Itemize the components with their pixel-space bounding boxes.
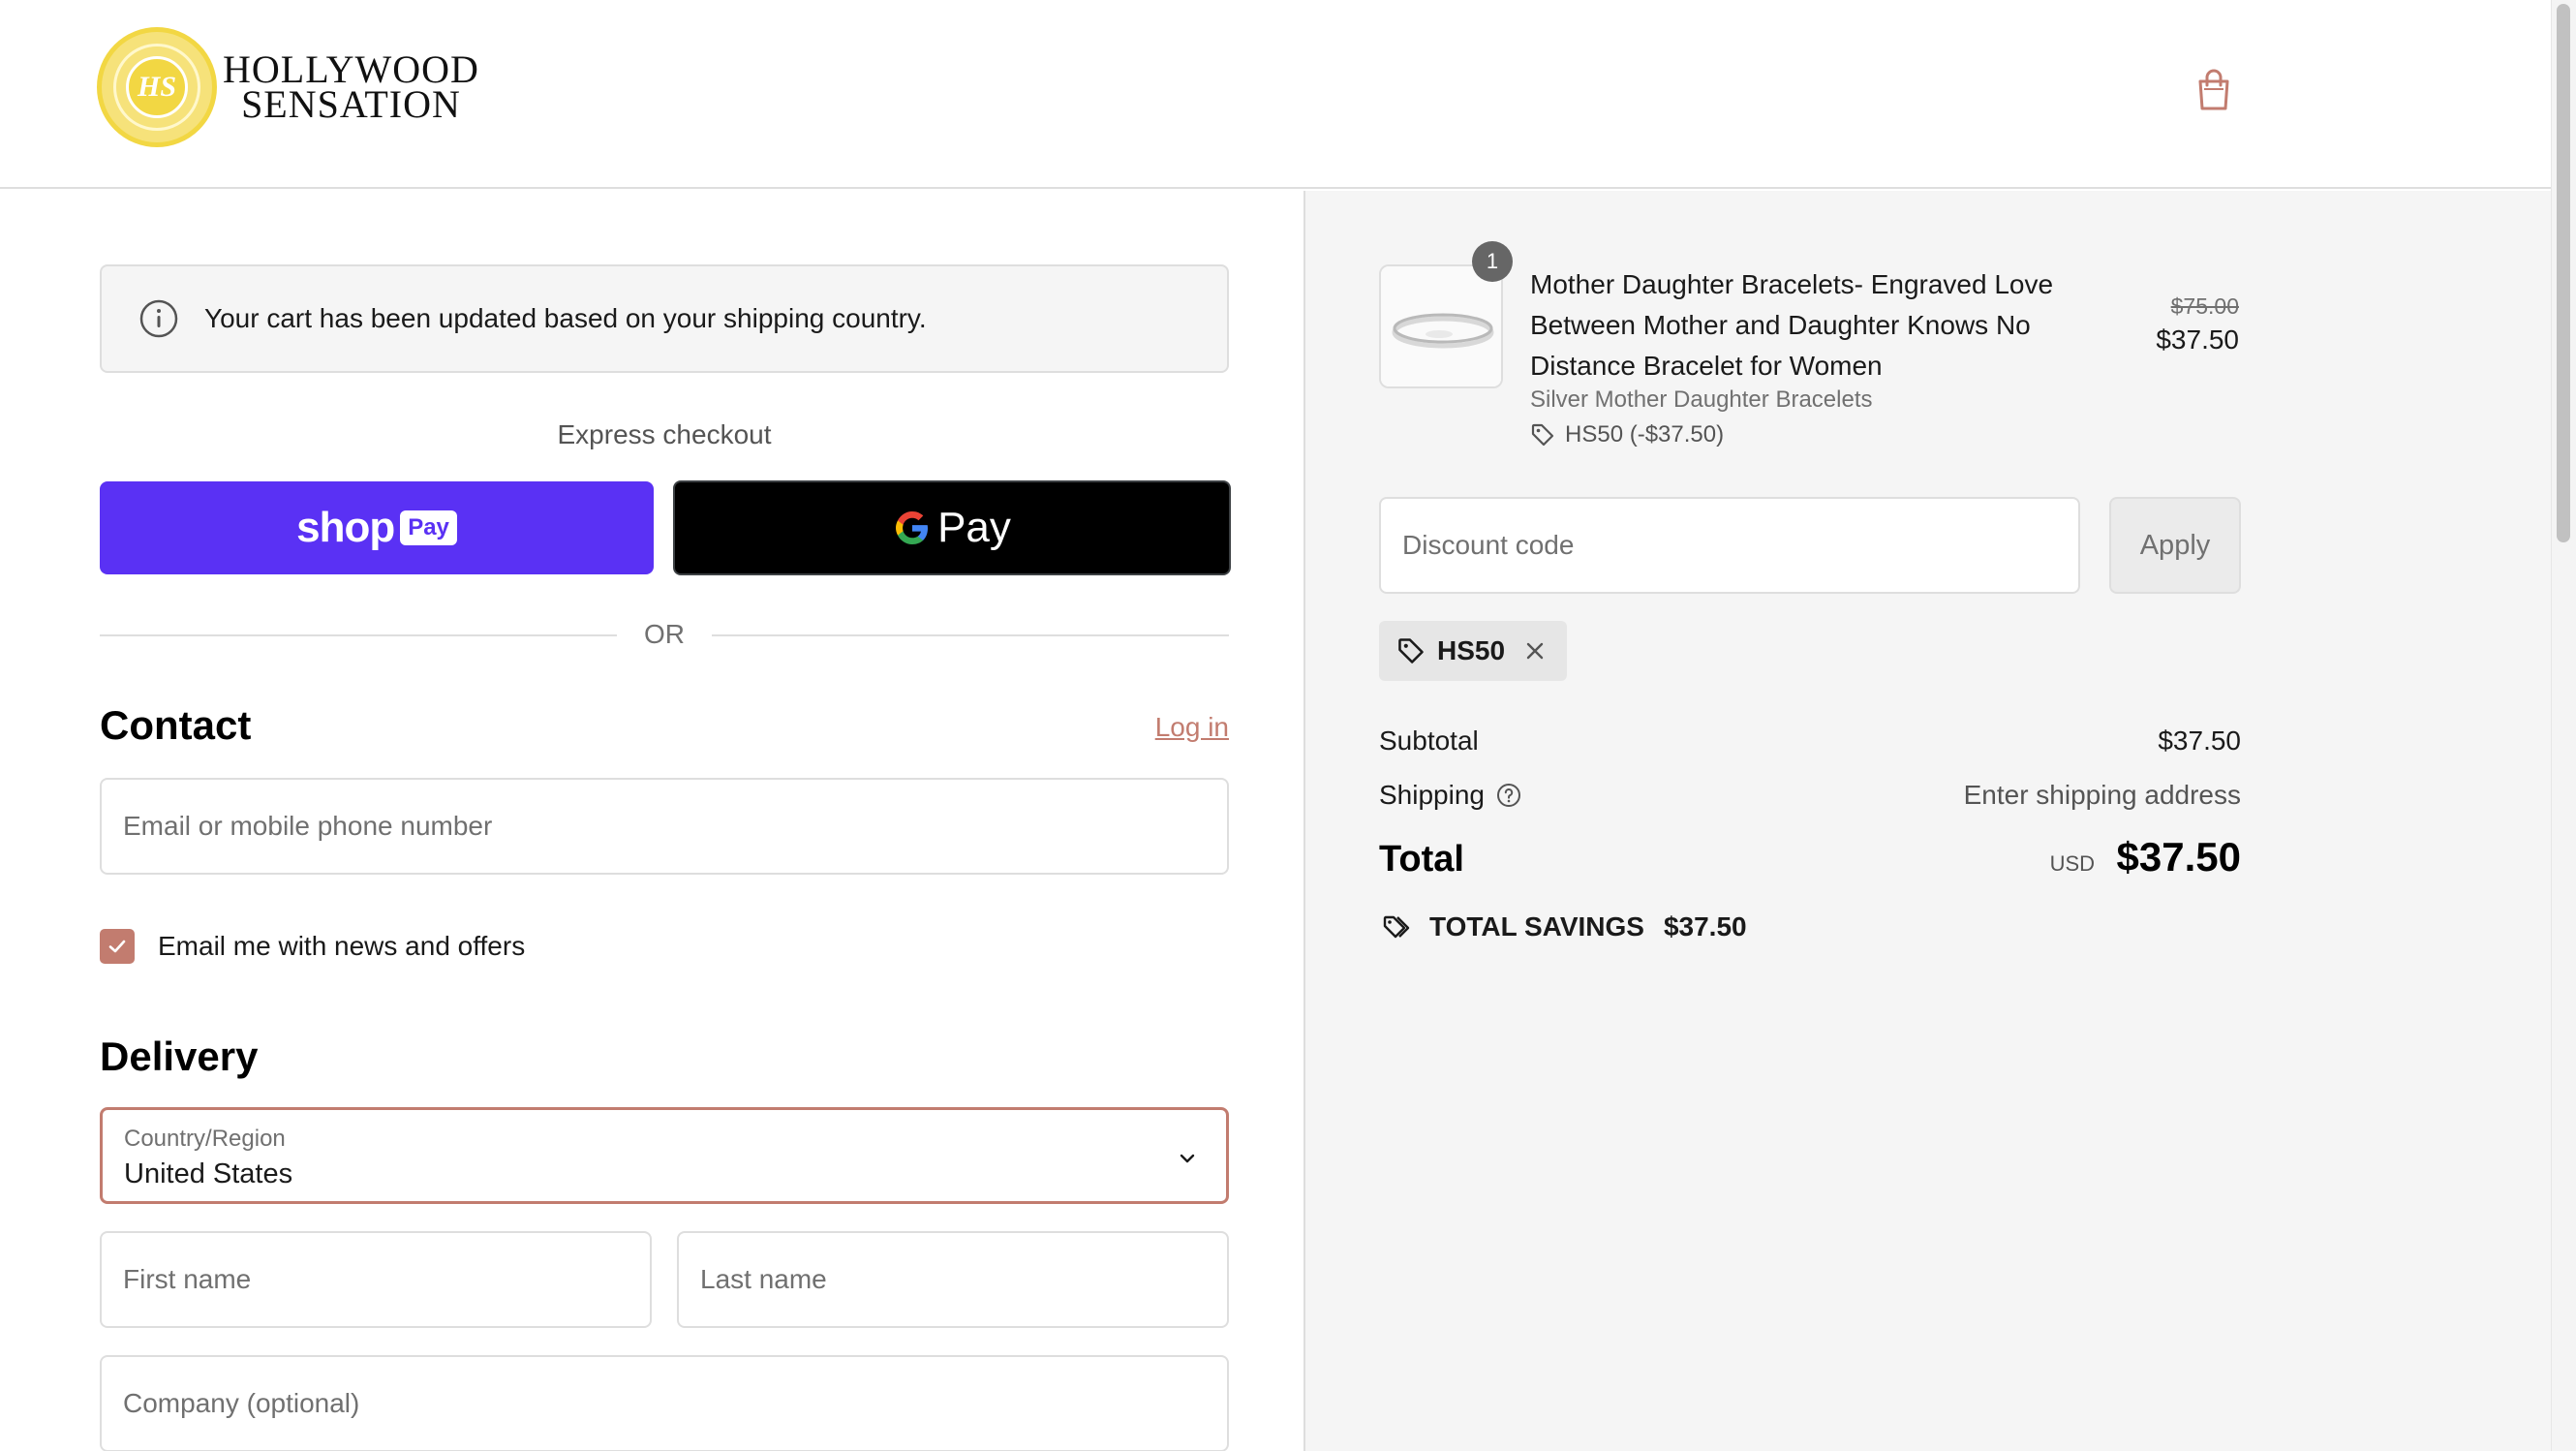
total-row: Total USD $37.50 bbox=[1379, 834, 2241, 880]
product-title: Mother Daughter Bracelets- Engraved Love… bbox=[1530, 269, 2054, 381]
express-checkout-label: Express checkout bbox=[557, 419, 772, 449]
shop-pay-button[interactable]: shop Pay bbox=[100, 481, 654, 574]
item-price: $37.50 bbox=[2156, 324, 2239, 355]
page-scrollbar[interactable] bbox=[2551, 0, 2576, 1451]
newsletter-option: Email me with news and offers bbox=[100, 929, 525, 964]
total-label: Total bbox=[1379, 839, 1464, 880]
tag-icon bbox=[1531, 423, 1554, 447]
logo-wordmark: HOLLYWOOD SENSATION bbox=[223, 50, 479, 126]
info-icon bbox=[139, 299, 178, 338]
delivery-heading: Delivery bbox=[100, 1034, 259, 1079]
shipping-label: Shipping bbox=[1379, 780, 1485, 810]
discount-code-field[interactable] bbox=[1381, 499, 2078, 592]
logo-line-2: SENSATION bbox=[241, 82, 461, 126]
product-discount-text: HS50 (-$37.50) bbox=[1565, 421, 1725, 448]
log-in-link[interactable]: Log in bbox=[1155, 712, 1229, 743]
total-value-wrap: USD $37.50 bbox=[2050, 834, 2241, 880]
shipping-row: Shipping Enter shipping address bbox=[1379, 780, 2241, 811]
help-icon[interactable] bbox=[1496, 783, 1521, 808]
subtotal-value: $37.50 bbox=[2158, 726, 2241, 756]
country-caption: Country/Region bbox=[124, 1126, 286, 1152]
product-thumbnail bbox=[1379, 264, 1503, 388]
google-g-icon bbox=[896, 511, 929, 544]
newsletter-label: Email me with news and offers bbox=[158, 931, 526, 961]
email-field-wrapper bbox=[100, 778, 1229, 875]
shopping-bag-icon[interactable] bbox=[2196, 68, 2231, 112]
divider-line-right bbox=[712, 634, 1229, 636]
applied-code-text: HS50 bbox=[1437, 635, 1506, 665]
savings-value: $37.50 bbox=[1663, 911, 1747, 942]
last-name-wrapper bbox=[677, 1231, 1229, 1328]
checkmark-icon bbox=[108, 940, 126, 953]
scrollbar-thumb[interactable] bbox=[2557, 4, 2570, 542]
newsletter-checkbox[interactable] bbox=[100, 929, 135, 964]
shipping-value: Enter shipping address bbox=[1963, 780, 2241, 810]
site-header: HS HOLLYWOOD SENSATION bbox=[0, 0, 2551, 189]
company-wrapper bbox=[100, 1355, 1229, 1451]
close-icon bbox=[1526, 642, 1544, 660]
country-value: United States bbox=[124, 1158, 293, 1189]
bracelet-image bbox=[1381, 266, 1501, 386]
product-variant: Silver Mother Daughter Bracelets bbox=[1530, 386, 1873, 413]
savings-tag-icon bbox=[1383, 915, 1410, 939]
google-pay-button[interactable]: Pay bbox=[673, 480, 1231, 575]
total-savings: TOTAL SAVINGS $37.50 bbox=[1379, 911, 1747, 942]
first-name-field[interactable] bbox=[102, 1233, 650, 1326]
tag-icon bbox=[1398, 638, 1424, 664]
company-field[interactable] bbox=[102, 1357, 1227, 1450]
notice-text: Your cart has been updated based on your… bbox=[204, 303, 927, 333]
checkout-main: Your cart has been updated based on your… bbox=[0, 191, 1303, 1451]
remove-code-button[interactable] bbox=[1524, 640, 1546, 662]
total-currency: USD bbox=[2049, 851, 2096, 876]
savings-label: TOTAL SAVINGS bbox=[1429, 911, 1644, 942]
contact-heading: Contact bbox=[100, 702, 252, 748]
compare-at-price: $75.00 bbox=[2170, 293, 2239, 319]
logo-seal-icon: HS bbox=[97, 27, 217, 147]
discount-code-wrapper bbox=[1379, 497, 2080, 594]
logo-monogram: HS bbox=[126, 56, 188, 118]
chevron-down-icon bbox=[1180, 1154, 1195, 1163]
product-discount: HS50 (-$37.50) bbox=[1530, 421, 1724, 448]
shop-pay-wordmark: shop bbox=[296, 504, 395, 551]
order-summary: 1 Mother Daughter Bracelets- Engraved Lo… bbox=[1303, 191, 2551, 1451]
last-name-field[interactable] bbox=[679, 1233, 1227, 1326]
total-value: $37.50 bbox=[2116, 834, 2241, 880]
subtotal-row: Subtotal $37.50 bbox=[1379, 726, 2241, 756]
subtotal-label: Subtotal bbox=[1379, 726, 1479, 756]
cart-updated-notice: Your cart has been updated based on your… bbox=[100, 264, 1229, 373]
email-field[interactable] bbox=[102, 780, 1227, 873]
store-logo[interactable]: HS HOLLYWOOD SENSATION bbox=[97, 27, 479, 147]
applied-code-chip: HS50 bbox=[1379, 621, 1568, 681]
country-select[interactable]: Country/Region United States bbox=[100, 1107, 1229, 1204]
shipping-label-wrap: Shipping bbox=[1379, 780, 1521, 811]
google-pay-wordmark: Pay bbox=[937, 504, 1011, 551]
apply-discount-button[interactable]: Apply bbox=[2109, 497, 2241, 594]
shop-pay-badge: Pay bbox=[400, 510, 457, 545]
or-divider: OR bbox=[100, 615, 1229, 654]
quantity-badge: 1 bbox=[1472, 241, 1513, 282]
first-name-wrapper bbox=[100, 1231, 652, 1328]
